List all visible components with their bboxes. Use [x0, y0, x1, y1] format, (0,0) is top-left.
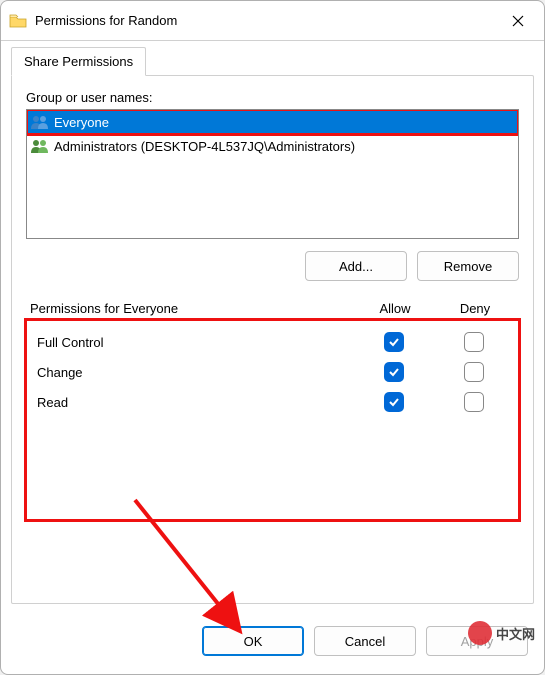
permissions-table: Full Control Change Read	[26, 320, 519, 520]
deny-change-checkbox[interactable]	[464, 362, 484, 382]
folder-icon	[9, 14, 27, 28]
deny-column-header: Deny	[435, 301, 515, 316]
perm-name: Full Control	[37, 335, 354, 350]
list-item-administrators[interactable]: Administrators (DESKTOP-4L537JQ\Administ…	[27, 134, 518, 158]
window-title: Permissions for Random	[35, 13, 500, 28]
deny-read-checkbox[interactable]	[464, 392, 484, 412]
permissions-dialog: Permissions for Random Share Permissions…	[0, 0, 545, 675]
list-item-label: Administrators (DESKTOP-4L537JQ\Administ…	[54, 139, 355, 154]
permissions-for-label: Permissions for Everyone	[30, 301, 355, 316]
cancel-button[interactable]: Cancel	[314, 626, 416, 656]
list-item-label: Everyone	[54, 115, 109, 130]
perm-name: Change	[37, 365, 354, 380]
users-icon	[30, 138, 50, 154]
tab-pane: Group or user names: Everyone Administra…	[11, 75, 534, 604]
user-listbox[interactable]: Everyone Administrators (DESKTOP-4L537JQ…	[26, 109, 519, 239]
content-area: Share Permissions Group or user names: E…	[1, 41, 544, 612]
perm-row-full-control: Full Control	[31, 327, 514, 357]
perm-name: Read	[37, 395, 354, 410]
ok-button[interactable]: OK	[202, 626, 304, 656]
tab-share-permissions[interactable]: Share Permissions	[11, 47, 146, 76]
user-button-row: Add... Remove	[26, 251, 519, 281]
deny-full-control-checkbox[interactable]	[464, 332, 484, 352]
add-button[interactable]: Add...	[305, 251, 407, 281]
allow-full-control-checkbox[interactable]	[384, 332, 404, 352]
dialog-footer: OK Cancel Apply	[1, 612, 544, 674]
titlebar: Permissions for Random	[1, 1, 544, 41]
group-user-label: Group or user names:	[26, 90, 519, 105]
apply-button[interactable]: Apply	[426, 626, 528, 656]
tab-strip: Share Permissions	[11, 47, 534, 76]
close-button[interactable]	[500, 6, 536, 36]
users-icon	[30, 114, 50, 130]
remove-button[interactable]: Remove	[417, 251, 519, 281]
permissions-header: Permissions for Everyone Allow Deny	[26, 301, 519, 320]
allow-read-checkbox[interactable]	[384, 392, 404, 412]
perm-row-change: Change	[31, 357, 514, 387]
allow-column-header: Allow	[355, 301, 435, 316]
allow-change-checkbox[interactable]	[384, 362, 404, 382]
list-item-everyone[interactable]: Everyone	[27, 110, 518, 134]
perm-row-read: Read	[31, 387, 514, 417]
